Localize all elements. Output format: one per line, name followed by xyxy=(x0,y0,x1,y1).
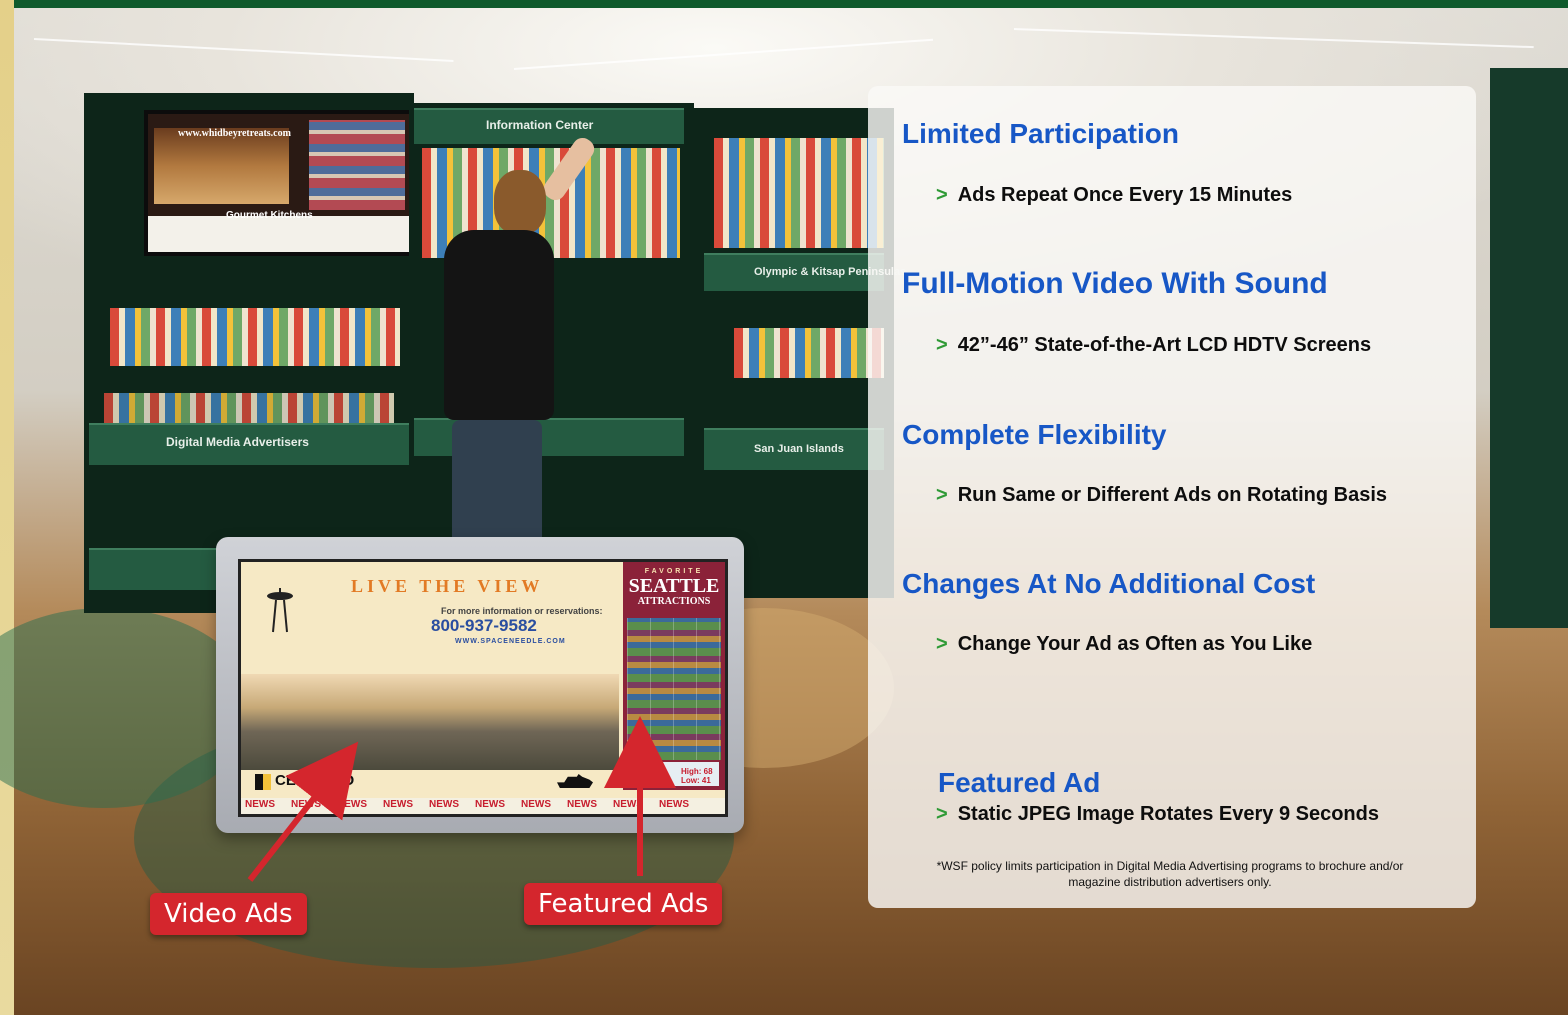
video-ads-arrow xyxy=(247,741,359,882)
feature-bullet-flexibility: > Run Same or Different Ads on Rotating B… xyxy=(936,484,1387,507)
feature-bullet-text: Ads Repeat Once Every 15 Minutes xyxy=(957,184,1293,206)
feature-heading-flexibility: Complete Flexibility xyxy=(902,419,1167,450)
feature-heading-video: Full-Motion Video With Sound xyxy=(902,267,1328,300)
feature-bullet-text: Change Your Ad as Often as You Like xyxy=(957,633,1313,655)
bullet-marker: > xyxy=(936,184,948,206)
feature-bullet-text: 42”-46” State-of-the-Art LCD HDTV Screen… xyxy=(957,334,1372,356)
feature-bullet-video: >42”-46” State-of-the-Art LCD HDTV Scree… xyxy=(936,334,1371,357)
bullet-marker: > xyxy=(936,484,948,506)
policy-footnote: *WSF policy limits participation in Digi… xyxy=(936,859,1404,889)
bullet-marker: > xyxy=(936,633,948,655)
video-ads-callout: Video Ads xyxy=(150,893,307,935)
ad-page: Digital Media Advertisers www.whidbeyret… xyxy=(0,0,1568,1015)
bullet-marker: > xyxy=(936,803,948,825)
feature-heading-changes: Changes At No Additional Cost xyxy=(902,568,1316,599)
feature-bullet-changes: > Change Your Ad as Often as You Like xyxy=(936,633,1312,656)
feature-heading-participation: Limited Participation xyxy=(902,118,1179,149)
bullet-marker: > xyxy=(936,334,948,356)
feature-heading-featured: Featured Ad xyxy=(938,767,1101,798)
feature-bullet-featured: > Static JPEG Image Rotates Every 9 Secon… xyxy=(936,803,1379,826)
featured-ads-callout: Featured Ads xyxy=(524,883,723,925)
feature-bullet-participation: > Ads Repeat Once Every 15 Minutes xyxy=(936,184,1292,207)
feature-bullet-text: Run Same or Different Ads on Rotating Ba… xyxy=(957,484,1387,506)
feature-bullet-text: Static JPEG Image Rotates Every 9 Second… xyxy=(957,803,1379,825)
